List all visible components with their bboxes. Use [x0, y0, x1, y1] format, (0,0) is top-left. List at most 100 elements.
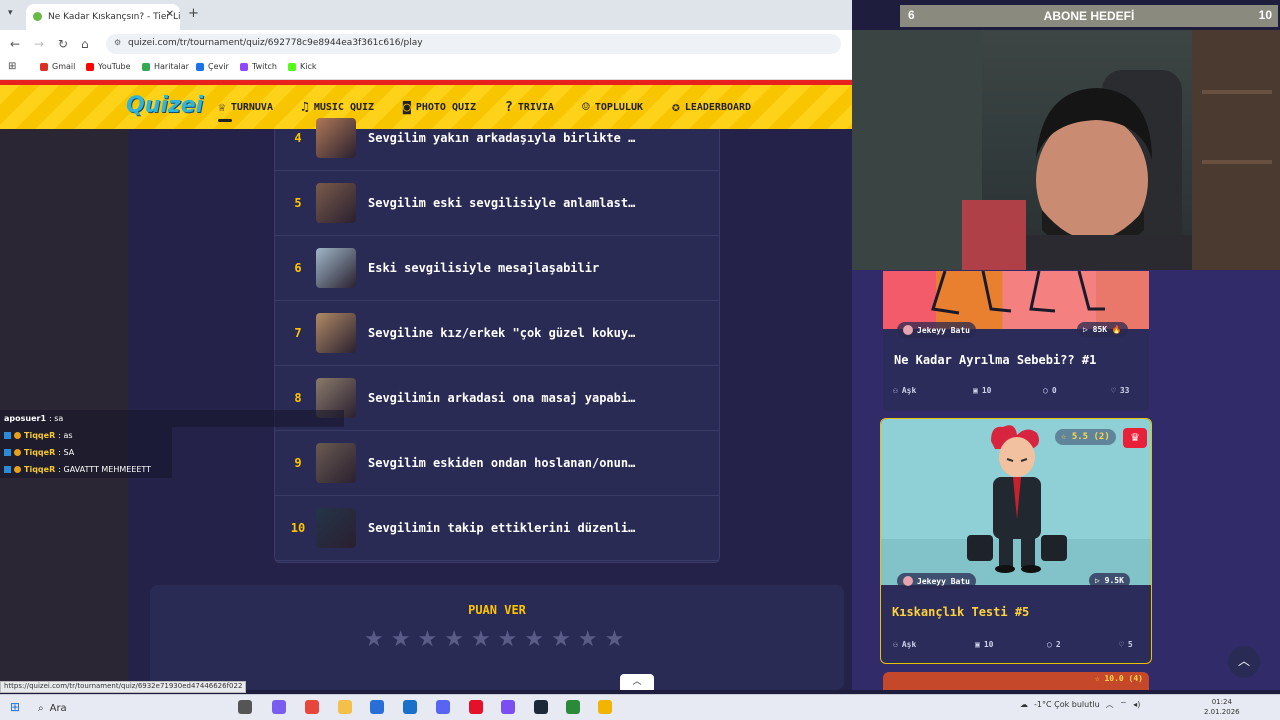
store-icon[interactable] [370, 700, 384, 714]
taskbar-clock[interactable]: 01:24 2.01.2026 [1204, 697, 1240, 717]
trophy-icon: ♕ [218, 100, 226, 115]
bookmarks-bar: ⊞ Gmail YouTube Haritalar Çevir Twitch Kick [0, 58, 852, 80]
quiz-card[interactable]: Jekeyy Batu ▷ 85K 🔥 Ne Kadar Ayrılma Seb… [883, 271, 1149, 411]
bookmark-label: Kick [300, 62, 317, 71]
star-6-icon[interactable]: ★ [498, 627, 518, 652]
row-text: Eski sevgilisiyle mesajlaşabilir [368, 261, 600, 275]
goal-title: ABONE HEDEFİ [1043, 9, 1135, 23]
row-text: Sevgilim eski sevgilisiyle anlamlast… [368, 196, 636, 210]
card-question-count: ▣ 10 [975, 640, 994, 649]
nav-turnuva[interactable]: ♕ TURNUVA [218, 100, 273, 115]
stream-chat-overlay: aposuer1: sa TiqqeR: as TiqqeR: SA TiqqeR: … [0, 410, 344, 478]
quiz-card[interactable]: ☆ 10.0 (4) [883, 672, 1149, 690]
new-tab-icon[interactable]: + [188, 6, 199, 21]
bookmark-favicon-icon [142, 62, 150, 71]
category-icon: ⚇ [893, 386, 898, 395]
weather-icon: ☁ [1020, 700, 1028, 709]
star-rating[interactable]: ★ ★ ★ ★ ★ ★ ★ ★ ★ ★ [364, 627, 624, 652]
bookmark-evir[interactable]: Çevir [196, 62, 229, 71]
reload-icon[interactable]: ↻ [58, 37, 68, 51]
copilot-icon[interactable] [272, 700, 286, 714]
card-title[interactable]: Ne Kadar Ayrılma Sebebi?? #1 [894, 353, 1096, 367]
chat-text: : SA [58, 448, 75, 457]
volume-icon[interactable]: ◂) [1133, 700, 1140, 709]
rank-number: 6 [294, 261, 302, 275]
author-avatar [903, 576, 913, 586]
chat-message: TiqqeR: as [0, 427, 172, 444]
bookmark-kick[interactable]: Kick [288, 62, 317, 71]
search-icon: ⌕ [38, 702, 44, 714]
chrome-icon[interactable] [305, 700, 319, 714]
forward-icon[interactable]: → [34, 37, 44, 51]
card-author[interactable]: Jekeyy Batu [897, 573, 976, 589]
ranking-row[interactable]: 5 Sevgilim eski sevgilisiyle anlamlast… [275, 171, 719, 236]
windows-taskbar: ⊞ ⌕ Ara ☁ -1°C Çok bulutlu ︿ ⌔ ◂) 01:24 … [0, 694, 1280, 720]
chat-text: : sa [49, 414, 64, 423]
messenger-icon[interactable] [501, 700, 515, 714]
ranking-row[interactable]: 4 Sevgilim yakın arkadaşıyla birlikte … [275, 106, 719, 171]
home-icon[interactable]: ⌂ [81, 37, 89, 51]
tray-chevron-icon[interactable]: ︿ [1106, 699, 1114, 710]
app-icon[interactable] [598, 700, 612, 714]
file-explorer-icon[interactable] [338, 700, 352, 714]
star-7-icon[interactable]: ★ [524, 627, 544, 652]
url-field[interactable]: ⚙ quizei.com/tr/tournament/quiz/692778c9… [106, 34, 841, 54]
bookmark-gmail[interactable]: Gmail [40, 62, 75, 71]
subscriber-goal-bar: ABONE HEDEFİ 6 10 [900, 5, 1278, 27]
chat-text: : GAVATTT MEHMEEETT [58, 465, 152, 474]
site-info-icon[interactable]: ⚙ [114, 38, 121, 47]
star-1-icon[interactable]: ★ [364, 627, 384, 652]
discord-icon[interactable] [436, 700, 450, 714]
row-thumbnail [316, 183, 356, 223]
taskbar-search[interactable]: ⌕ Ara [34, 699, 220, 717]
card-comments: ◯ 2 [1047, 640, 1061, 649]
ranking-row[interactable]: 7 Sevgiline kız/erkek "çok güzel kokuy… [275, 301, 719, 366]
category-icon: ⚇ [893, 640, 898, 649]
close-tab-icon[interactable]: ✕ [166, 9, 174, 20]
star-2-icon[interactable]: ★ [391, 627, 411, 652]
nav-label: TURNUVA [230, 102, 273, 113]
card-likes: ♡ 5 [1119, 640, 1133, 649]
app-icon[interactable] [566, 700, 580, 714]
active-tab-underline [218, 119, 232, 122]
chat-badge-icon [4, 449, 11, 456]
tab-search-icon[interactable]: ▾ [8, 8, 13, 18]
row-text: Sevgilim yakın arkadaşıyla birlikte … [368, 131, 636, 145]
bookmark-youtube[interactable]: YouTube [86, 62, 131, 71]
star-10-icon[interactable]: ★ [605, 627, 625, 652]
system-tray: ☁ -1°C Çok bulutlu ︿ ⌔ ◂) [1020, 699, 1140, 710]
back-icon[interactable]: ← [10, 37, 20, 51]
bookmark-haritalar[interactable]: Haritalar [142, 62, 189, 71]
star-9-icon[interactable]: ★ [578, 627, 598, 652]
apps-grid-icon[interactable]: ⊞ [8, 61, 16, 72]
bookmark-twitch[interactable]: Twitch [240, 62, 277, 71]
card-title[interactable]: Kıskançlık Testi #5 [892, 605, 1029, 619]
status-bar-url: https://quizei.com/tr/tournament/quiz/69… [0, 681, 246, 693]
task-view-icon[interactable] [238, 700, 252, 714]
chat-badge-icon [14, 432, 21, 439]
ranking-row[interactable]: 6 Eski sevgilisiyle mesajlaşabilir [275, 236, 719, 301]
back-to-top-button[interactable]: ︿ [1228, 646, 1260, 678]
browser-tab[interactable]: Ne Kadar Kıskançsın? - Tier List ✕ [26, 4, 180, 30]
quiz-card[interactable]: ☆ 5.5 (2) ♛ Jekeyy Batu ▷ 9.5K Kıskançlı… [880, 418, 1152, 664]
outlook-icon[interactable] [403, 700, 417, 714]
images-icon: ▣ [975, 640, 980, 649]
bookmark-favicon-icon [86, 62, 94, 71]
site-logo[interactable]: Quizei [126, 93, 203, 118]
star-5-icon[interactable]: ★ [471, 627, 491, 652]
weather-text[interactable]: -1°C Çok bulutlu [1034, 700, 1100, 709]
steam-icon[interactable] [534, 700, 548, 714]
card-thumbnail [883, 271, 1149, 329]
browser-tab-bar: ▾ Ne Kadar Kıskançsın? - Tier List ✕ + [0, 0, 852, 30]
star-4-icon[interactable]: ★ [444, 627, 464, 652]
windows-start-icon[interactable]: ⊞ [10, 700, 20, 714]
star-3-icon[interactable]: ★ [417, 627, 437, 652]
streamer-webcam-video [852, 30, 1280, 270]
opera-icon[interactable] [469, 700, 483, 714]
legs-illustration [931, 271, 1105, 315]
card-author[interactable]: Jekeyy Batu [897, 322, 976, 338]
wifi-icon[interactable]: ⌔ [1120, 700, 1128, 710]
ranking-row[interactable]: 10 Sevgilimin takip ettiklerini düzenli… [275, 496, 719, 561]
scroll-up-chevron-icon[interactable]: ︿ [620, 674, 654, 690]
star-8-icon[interactable]: ★ [551, 627, 571, 652]
